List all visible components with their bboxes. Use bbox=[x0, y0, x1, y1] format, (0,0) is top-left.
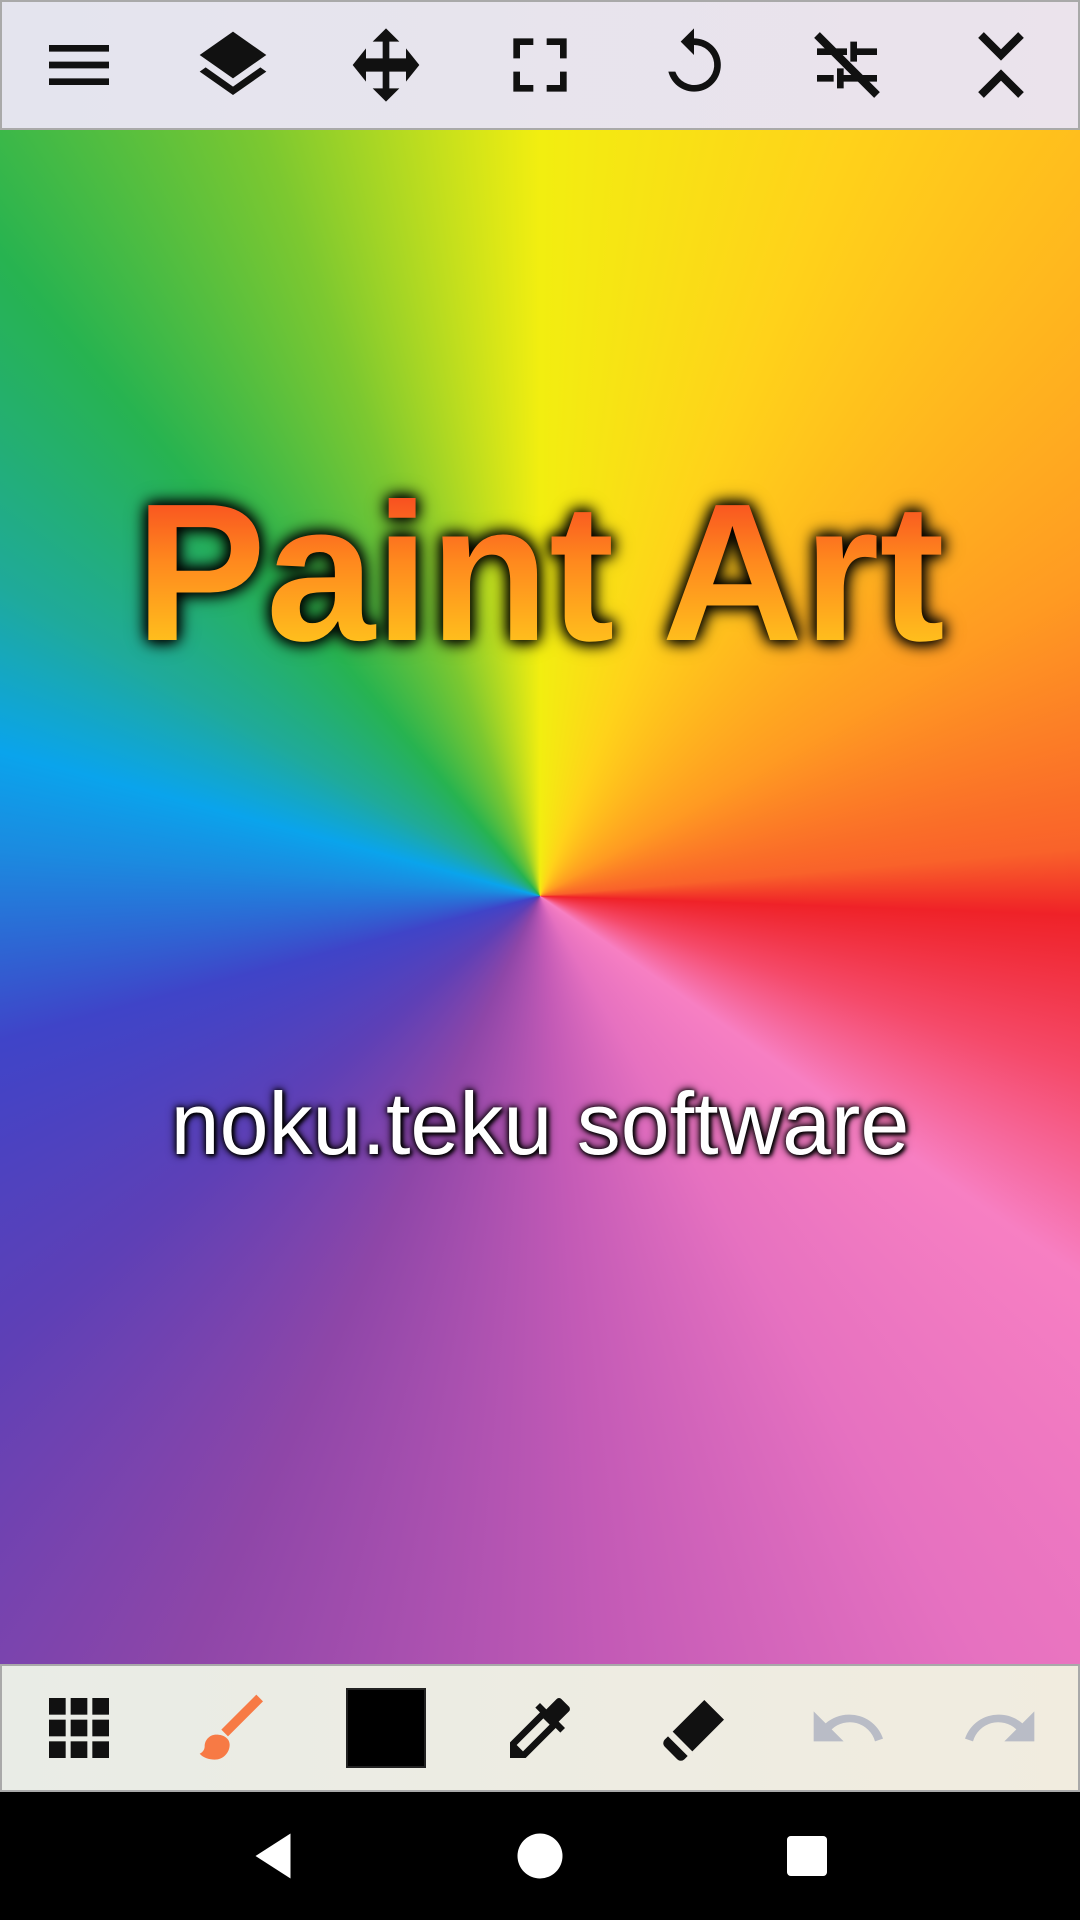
undo-icon bbox=[814, 1711, 884, 1742]
move-icon bbox=[352, 28, 420, 102]
brush-icon bbox=[199, 1694, 263, 1760]
rainbow-gradient-artwork bbox=[0, 130, 1080, 1664]
color-picker-button[interactable] bbox=[326, 1673, 446, 1783]
rotate-button[interactable] bbox=[634, 10, 754, 120]
eyedropper-icon bbox=[509, 1698, 570, 1758]
grid-icon bbox=[48, 1698, 109, 1758]
back-button[interactable] bbox=[228, 1811, 318, 1901]
recents-icon bbox=[786, 1836, 827, 1876]
redo-icon bbox=[965, 1711, 1035, 1742]
fullscreen-icon bbox=[513, 38, 567, 92]
tools-grid-button[interactable] bbox=[19, 1673, 139, 1783]
collapse-icon bbox=[978, 32, 1024, 98]
undo-button[interactable] bbox=[787, 1673, 907, 1783]
eraser-button[interactable] bbox=[634, 1673, 754, 1783]
move-button[interactable] bbox=[326, 10, 446, 120]
menu-icon bbox=[48, 45, 109, 85]
eyedropper-button[interactable] bbox=[480, 1673, 600, 1783]
recents-button[interactable] bbox=[762, 1811, 852, 1901]
current-color-swatch bbox=[346, 1688, 427, 1768]
artwork-subtitle: noku.teku software bbox=[170, 1074, 910, 1173]
home-button[interactable] bbox=[495, 1811, 585, 1901]
bottom-toolbar bbox=[0, 1664, 1080, 1792]
artwork-title: Paint Art bbox=[0, 475, 1080, 671]
menu-button[interactable] bbox=[19, 10, 139, 120]
top-toolbar bbox=[0, 0, 1080, 130]
system-navigation-bar bbox=[0, 1792, 1080, 1920]
eraser-icon bbox=[662, 1700, 724, 1761]
adjust-off-icon bbox=[814, 32, 881, 98]
brush-button[interactable] bbox=[173, 1673, 293, 1783]
home-icon bbox=[517, 1833, 563, 1879]
collapse-button[interactable] bbox=[941, 10, 1061, 120]
back-icon bbox=[255, 1833, 291, 1879]
layers-icon bbox=[199, 31, 266, 96]
rotate-icon bbox=[667, 28, 721, 92]
adjust-off-button[interactable] bbox=[787, 10, 907, 120]
drawing-canvas[interactable]: Paint Art noku.teku software bbox=[0, 130, 1080, 1664]
layers-button[interactable] bbox=[173, 10, 293, 120]
fullscreen-button[interactable] bbox=[480, 10, 600, 120]
redo-button[interactable] bbox=[941, 1673, 1061, 1783]
